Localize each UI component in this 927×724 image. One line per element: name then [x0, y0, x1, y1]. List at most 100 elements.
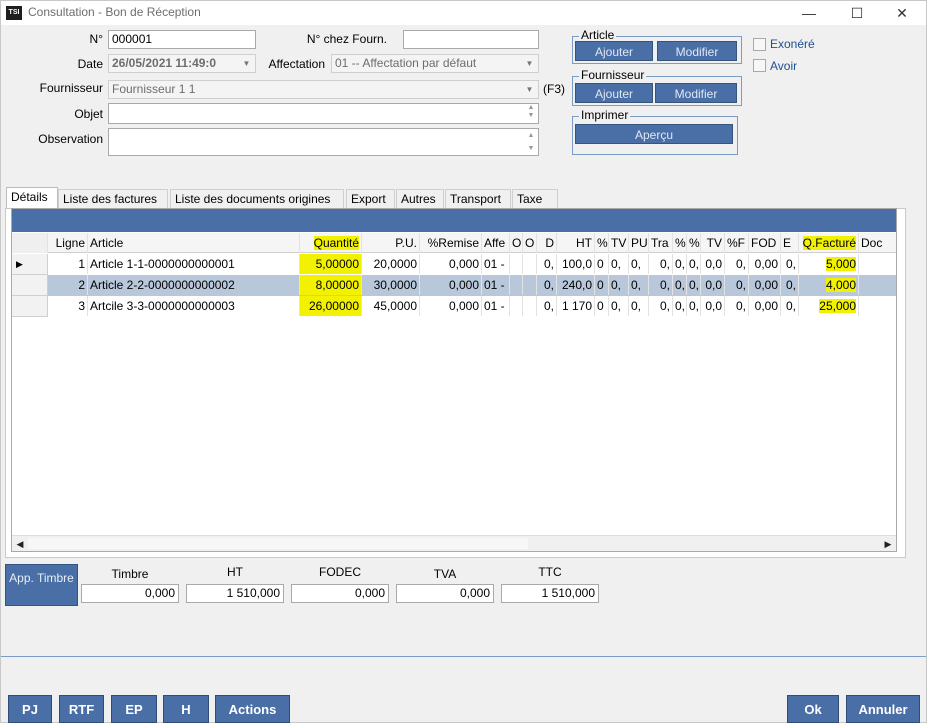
col-ht[interactable]: HT — [557, 233, 595, 253]
row-header[interactable]: ▶ — [12, 254, 48, 275]
tab-details[interactable]: Détails — [6, 187, 58, 209]
fodec-field[interactable]: 0,000 — [291, 584, 389, 603]
cell-e: 0, — [781, 275, 799, 295]
table-row[interactable]: 3 Artcile 3-3-0000000000003 26,00000 45,… — [12, 296, 896, 317]
scroll-right-icon[interactable]: ▶ — [880, 536, 896, 552]
col-quantite[interactable]: Quantité — [300, 233, 362, 253]
cell-quantite: 5,00000 — [300, 254, 362, 274]
add-article-button[interactable]: Ajouter — [575, 41, 653, 61]
tab-taxe[interactable]: Taxe — [512, 189, 558, 209]
spinner-arrows-icon[interactable]: ▲ ▼ — [525, 129, 537, 155]
ok-button[interactable]: Ok — [787, 695, 839, 723]
tab-factures[interactable]: Liste des factures — [58, 189, 168, 209]
cell-pu: 30,0000 — [362, 275, 420, 295]
supplier-no-field[interactable] — [403, 30, 539, 49]
spinner-arrows-icon[interactable]: ▲ ▼ — [525, 104, 537, 123]
timbre-label: Timbre — [111, 567, 149, 581]
date-field[interactable]: 26/05/2021 11:49:0 ▼ — [108, 54, 256, 73]
col-fod[interactable]: FOD — [749, 233, 781, 253]
col-o1[interactable]: O — [510, 233, 523, 253]
tab-documents-origines[interactable]: Liste des documents origines — [170, 189, 344, 209]
col-pctf[interactable]: %F — [725, 233, 749, 253]
col-remise[interactable]: %Remise — [420, 233, 482, 253]
col-d[interactable]: D — [537, 233, 557, 253]
cell-quantite: 8,00000 — [300, 275, 362, 295]
tab-autres[interactable]: Autres — [396, 189, 444, 209]
tva-label: TVA — [433, 567, 457, 581]
col-article[interactable]: Article — [88, 233, 300, 253]
annuler-button[interactable]: Annuler — [846, 695, 920, 723]
col-doc[interactable]: Doc — [859, 233, 896, 253]
chevron-down-icon[interactable]: ▼ — [522, 82, 537, 97]
col-pu2[interactable]: PU — [629, 233, 649, 253]
exonere-checkbox[interactable] — [753, 38, 766, 51]
row-header[interactable] — [12, 275, 48, 296]
col-quantite-label: Quantité — [313, 236, 359, 250]
col-tra[interactable]: Tra — [649, 233, 673, 253]
col-tv1[interactable]: TV — [609, 233, 629, 253]
pj-button[interactable]: PJ — [8, 695, 52, 723]
avoir-checkbox[interactable] — [753, 59, 766, 72]
tva-field[interactable]: 0,000 — [396, 584, 494, 603]
no-field[interactable]: 000001 — [108, 30, 256, 49]
col-qfacture[interactable]: Q.Facturé — [799, 233, 859, 253]
app-timbre-button[interactable]: App. Timbre — [5, 564, 78, 606]
col-e[interactable]: E — [781, 233, 799, 253]
cell-c2: 0, — [609, 254, 629, 274]
avoir-label[interactable]: Avoir — [770, 59, 797, 73]
col-ligne[interactable]: Ligne — [48, 233, 88, 253]
col-pct1[interactable]: % — [595, 233, 609, 253]
rtf-button[interactable]: RTF — [59, 695, 104, 723]
observation-field[interactable]: ▲ ▼ — [108, 128, 539, 156]
col-o2[interactable]: O — [523, 233, 537, 253]
cell-doc — [859, 254, 896, 274]
cell-c4: 0, — [649, 254, 673, 274]
close-button[interactable]: ✕ — [879, 1, 925, 25]
preview-button[interactable]: Aperçu — [575, 124, 733, 144]
col-pct3[interactable]: % — [687, 233, 701, 253]
cell-qfacture: 5,000 — [799, 254, 859, 274]
affectation-select[interactable]: 01 -- Affectation par défaut ▼ — [331, 54, 539, 73]
edit-fournisseur-button[interactable]: Modifier — [655, 83, 737, 103]
chevron-down-icon[interactable]: ▼ — [239, 56, 254, 71]
cell-o1 — [510, 296, 523, 316]
cell-qfacture: 25,000 — [799, 296, 859, 316]
ep-button[interactable]: EP — [111, 695, 157, 723]
col-qfacture-label: Q.Facturé — [802, 236, 856, 250]
cell-c6: 0, — [687, 254, 701, 274]
grid-group-bar — [12, 209, 896, 232]
cell-c2: 0, — [609, 275, 629, 295]
tab-export[interactable]: Export — [346, 189, 395, 209]
scrollbar-track[interactable] — [28, 538, 528, 549]
horizontal-scrollbar[interactable]: ◀ ▶ — [12, 535, 896, 551]
table-row[interactable]: 2 Article 2-2-0000000000002 8,00000 30,0… — [12, 275, 896, 296]
cell-doc — [859, 296, 896, 316]
cell-c7: 0,0 — [701, 254, 725, 274]
row-header[interactable] — [12, 296, 48, 317]
exonere-label[interactable]: Exonéré — [770, 37, 815, 51]
col-tv2[interactable]: TV — [701, 233, 725, 253]
h-button[interactable]: H — [163, 695, 209, 723]
tab-transport[interactable]: Transport — [445, 189, 511, 209]
edit-article-button[interactable]: Modifier — [657, 41, 737, 61]
cell-o1 — [510, 254, 523, 274]
fournisseur-select[interactable]: Fournisseur 1 1 ▼ — [108, 80, 539, 99]
minimize-button[interactable]: — — [786, 1, 832, 25]
cell-remise: 0,000 — [420, 254, 482, 274]
objet-field[interactable]: ▲ ▼ — [108, 103, 539, 124]
add-fournisseur-button[interactable]: Ajouter — [575, 83, 653, 103]
timbre-field[interactable]: 0,000 — [81, 584, 179, 603]
col-pct2[interactable]: % — [673, 233, 687, 253]
ttc-field[interactable]: 1 510,000 — [501, 584, 599, 603]
chevron-down-icon[interactable]: ▼ — [522, 56, 537, 71]
col-pu[interactable]: P.U. — [362, 233, 420, 253]
scroll-left-icon[interactable]: ◀ — [12, 536, 28, 552]
maximize-button[interactable]: ☐ — [834, 1, 880, 25]
cell-affe: 01 - — [482, 296, 510, 316]
table-row[interactable]: ▶ 1 Article 1-1-0000000000001 5,00000 20… — [12, 254, 896, 275]
cell-c3: 0, — [629, 275, 649, 295]
cell-ht: 240,0 — [557, 275, 595, 295]
actions-button[interactable]: Actions — [215, 695, 290, 723]
ht-field[interactable]: 1 510,000 — [186, 584, 284, 603]
col-affe[interactable]: Affe — [482, 233, 510, 253]
